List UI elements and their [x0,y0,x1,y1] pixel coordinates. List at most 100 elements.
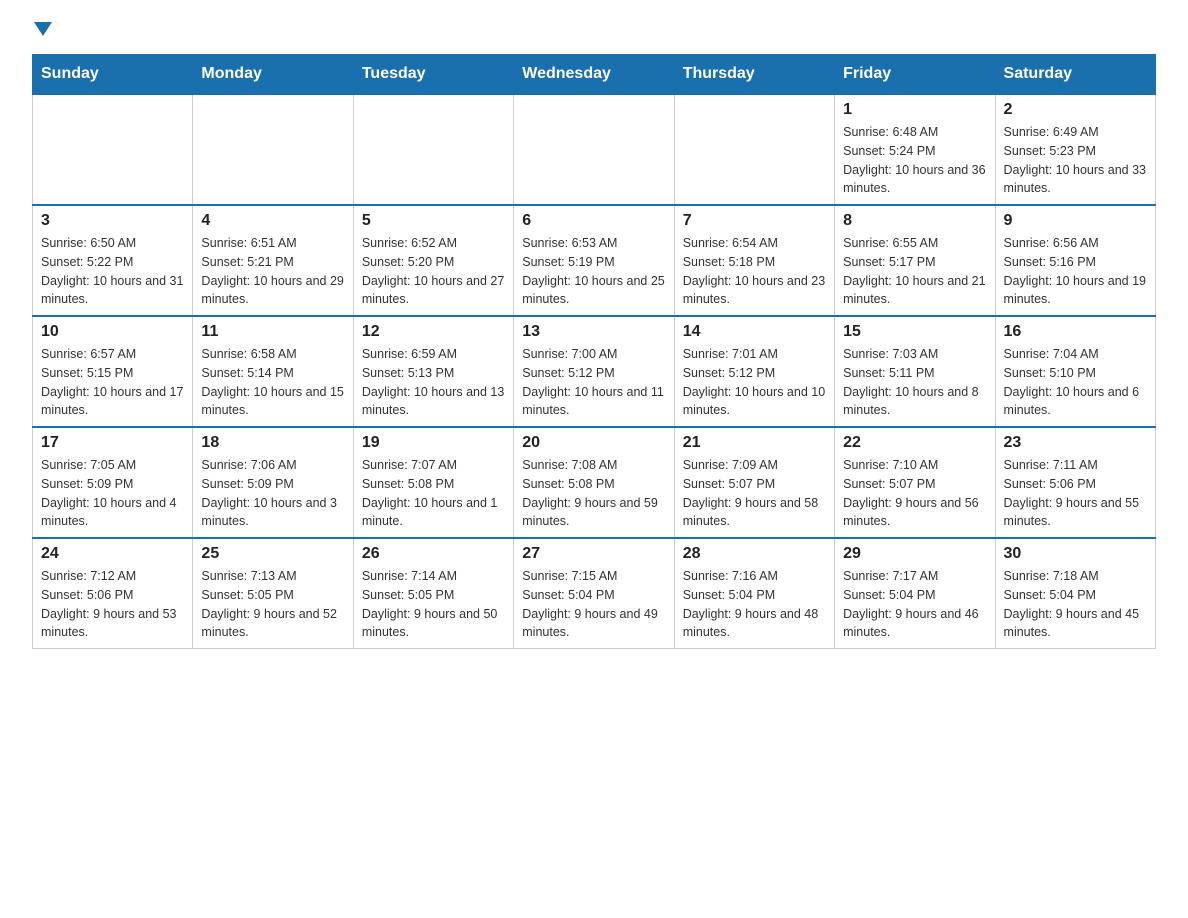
day-info: Sunrise: 7:07 AMSunset: 5:08 PMDaylight:… [362,456,505,531]
day-number: 24 [41,545,184,563]
day-number: 27 [522,545,665,563]
day-number: 29 [843,545,986,563]
day-number: 23 [1004,434,1147,452]
day-number: 7 [683,212,826,230]
day-number: 8 [843,212,986,230]
header [32,24,1156,38]
day-info: Sunrise: 7:05 AMSunset: 5:09 PMDaylight:… [41,456,184,531]
day-cell-16: 16 Sunrise: 7:04 AMSunset: 5:10 PMDayligh… [995,316,1155,427]
day-number: 1 [843,101,986,119]
day-info: Sunrise: 6:51 AMSunset: 5:21 PMDaylight:… [201,234,344,309]
day-info: Sunrise: 7:14 AMSunset: 5:05 PMDaylight:… [362,567,505,642]
day-cell-3: 3 Sunrise: 6:50 AMSunset: 5:22 PMDaylight… [33,205,193,316]
day-cell-21: 21 Sunrise: 7:09 AMSunset: 5:07 PMDayligh… [674,427,834,538]
weekday-header-monday: Monday [193,55,353,95]
calendar-table: SundayMondayTuesdayWednesdayThursdayFrid… [32,54,1156,649]
day-info: Sunrise: 7:00 AMSunset: 5:12 PMDaylight:… [522,345,665,420]
day-cell-19: 19 Sunrise: 7:07 AMSunset: 5:08 PMDayligh… [353,427,513,538]
day-info: Sunrise: 7:11 AMSunset: 5:06 PMDaylight:… [1004,456,1147,531]
day-cell-27: 27 Sunrise: 7:15 AMSunset: 5:04 PMDayligh… [514,538,674,649]
day-cell-8: 8 Sunrise: 6:55 AMSunset: 5:17 PMDaylight… [835,205,995,316]
day-number: 14 [683,323,826,341]
day-info: Sunrise: 7:12 AMSunset: 5:06 PMDaylight:… [41,567,184,642]
day-cell-30: 30 Sunrise: 7:18 AMSunset: 5:04 PMDayligh… [995,538,1155,649]
day-number: 5 [362,212,505,230]
day-number: 11 [201,323,344,341]
empty-cell [353,94,513,205]
day-info: Sunrise: 6:49 AMSunset: 5:23 PMDaylight:… [1004,123,1147,198]
weekday-header-saturday: Saturday [995,55,1155,95]
day-cell-9: 9 Sunrise: 6:56 AMSunset: 5:16 PMDaylight… [995,205,1155,316]
day-info: Sunrise: 6:50 AMSunset: 5:22 PMDaylight:… [41,234,184,309]
day-number: 15 [843,323,986,341]
empty-cell [674,94,834,205]
day-number: 9 [1004,212,1147,230]
day-cell-28: 28 Sunrise: 7:16 AMSunset: 5:04 PMDayligh… [674,538,834,649]
day-number: 10 [41,323,184,341]
day-number: 6 [522,212,665,230]
weekday-header-friday: Friday [835,55,995,95]
day-info: Sunrise: 7:16 AMSunset: 5:04 PMDaylight:… [683,567,826,642]
day-info: Sunrise: 7:17 AMSunset: 5:04 PMDaylight:… [843,567,986,642]
day-info: Sunrise: 6:54 AMSunset: 5:18 PMDaylight:… [683,234,826,309]
day-number: 17 [41,434,184,452]
day-cell-23: 23 Sunrise: 7:11 AMSunset: 5:06 PMDayligh… [995,427,1155,538]
logo [32,24,52,38]
day-info: Sunrise: 7:13 AMSunset: 5:05 PMDaylight:… [201,567,344,642]
day-cell-11: 11 Sunrise: 6:58 AMSunset: 5:14 PMDayligh… [193,316,353,427]
day-info: Sunrise: 6:53 AMSunset: 5:19 PMDaylight:… [522,234,665,309]
weekday-header-thursday: Thursday [674,55,834,95]
day-cell-13: 13 Sunrise: 7:00 AMSunset: 5:12 PMDayligh… [514,316,674,427]
day-number: 16 [1004,323,1147,341]
day-cell-22: 22 Sunrise: 7:10 AMSunset: 5:07 PMDayligh… [835,427,995,538]
day-number: 12 [362,323,505,341]
week-row-2: 3 Sunrise: 6:50 AMSunset: 5:22 PMDaylight… [33,205,1156,316]
day-number: 21 [683,434,826,452]
day-info: Sunrise: 7:08 AMSunset: 5:08 PMDaylight:… [522,456,665,531]
day-cell-12: 12Sunrise: 6:59 AMSunset: 5:13 PMDayligh… [353,316,513,427]
day-info: Sunrise: 7:10 AMSunset: 5:07 PMDaylight:… [843,456,986,531]
empty-cell [514,94,674,205]
day-number: 19 [362,434,505,452]
day-number: 13 [522,323,665,341]
week-row-5: 24 Sunrise: 7:12 AMSunset: 5:06 PMDayligh… [33,538,1156,649]
day-cell-6: 6 Sunrise: 6:53 AMSunset: 5:19 PMDaylight… [514,205,674,316]
day-cell-26: 26 Sunrise: 7:14 AMSunset: 5:05 PMDayligh… [353,538,513,649]
day-cell-1: 1 Sunrise: 6:48 AMSunset: 5:24 PMDaylight… [835,94,995,205]
day-number: 28 [683,545,826,563]
day-info: Sunrise: 6:55 AMSunset: 5:17 PMDaylight:… [843,234,986,309]
empty-cell [33,94,193,205]
day-cell-20: 20 Sunrise: 7:08 AMSunset: 5:08 PMDayligh… [514,427,674,538]
day-info: Sunrise: 7:18 AMSunset: 5:04 PMDaylight:… [1004,567,1147,642]
weekday-header-sunday: Sunday [33,55,193,95]
day-info: Sunrise: 7:01 AMSunset: 5:12 PMDaylight:… [683,345,826,420]
logo-arrow-icon [34,22,52,36]
day-cell-14: 14 Sunrise: 7:01 AMSunset: 5:12 PMDayligh… [674,316,834,427]
day-info: Sunrise: 6:58 AMSunset: 5:14 PMDaylight:… [201,345,344,420]
weekday-header-row: SundayMondayTuesdayWednesdayThursdayFrid… [33,55,1156,95]
day-info: Sunrise: 6:57 AMSunset: 5:15 PMDaylight:… [41,345,184,420]
day-info: Sunrise: 7:15 AMSunset: 5:04 PMDaylight:… [522,567,665,642]
day-info: Sunrise: 6:48 AMSunset: 5:24 PMDaylight:… [843,123,986,198]
day-cell-2: 2 Sunrise: 6:49 AMSunset: 5:23 PMDaylight… [995,94,1155,205]
day-cell-25: 25Sunrise: 7:13 AMSunset: 5:05 PMDayligh… [193,538,353,649]
day-number: 2 [1004,101,1147,119]
day-number: 30 [1004,545,1147,563]
day-cell-4: 4Sunrise: 6:51 AMSunset: 5:21 PMDaylight… [193,205,353,316]
day-cell-15: 15 Sunrise: 7:03 AMSunset: 5:11 PMDayligh… [835,316,995,427]
day-info: Sunrise: 6:56 AMSunset: 5:16 PMDaylight:… [1004,234,1147,309]
day-info: Sunrise: 7:09 AMSunset: 5:07 PMDaylight:… [683,456,826,531]
day-number: 3 [41,212,184,230]
weekday-header-tuesday: Tuesday [353,55,513,95]
week-row-4: 17 Sunrise: 7:05 AMSunset: 5:09 PMDayligh… [33,427,1156,538]
day-cell-24: 24 Sunrise: 7:12 AMSunset: 5:06 PMDayligh… [33,538,193,649]
day-number: 26 [362,545,505,563]
day-info: Sunrise: 7:06 AMSunset: 5:09 PMDaylight:… [201,456,344,531]
week-row-3: 10 Sunrise: 6:57 AMSunset: 5:15 PMDayligh… [33,316,1156,427]
weekday-header-wednesday: Wednesday [514,55,674,95]
day-info: Sunrise: 7:03 AMSunset: 5:11 PMDaylight:… [843,345,986,420]
day-number: 22 [843,434,986,452]
day-number: 20 [522,434,665,452]
week-row-1: 1 Sunrise: 6:48 AMSunset: 5:24 PMDaylight… [33,94,1156,205]
day-info: Sunrise: 7:04 AMSunset: 5:10 PMDaylight:… [1004,345,1147,420]
